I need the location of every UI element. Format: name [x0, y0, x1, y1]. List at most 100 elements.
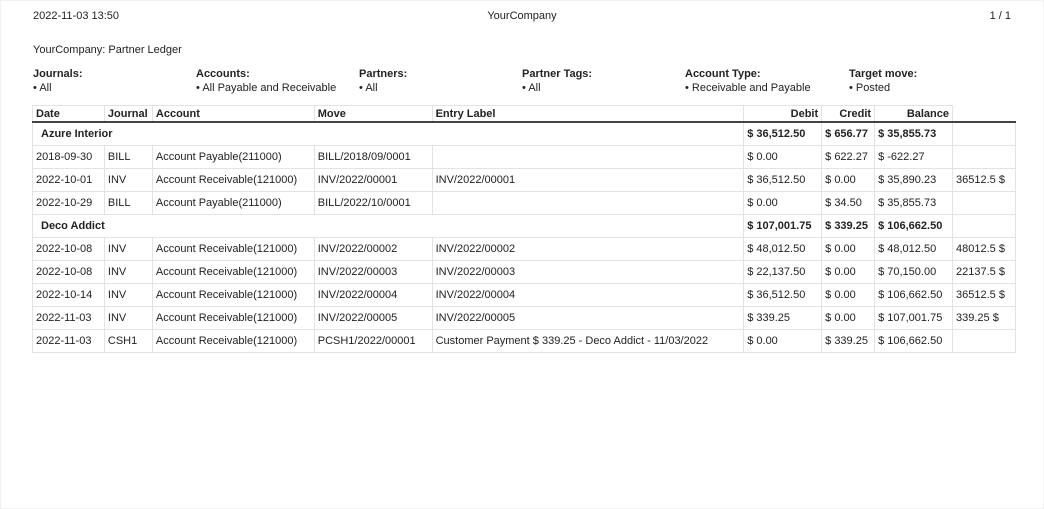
line-move: PCSH1/2022/00001 — [313, 328, 433, 353]
line-balance: $ 106,662.50 — [874, 282, 954, 307]
line-move: BILL/2018/09/0001 — [313, 144, 433, 169]
line-credit: $ 0.00 — [821, 282, 876, 307]
line-date: 2018-09-30 — [32, 144, 105, 169]
table-row: 2018-09-30 BILL Account Payable(211000) … — [32, 144, 1016, 169]
filter-value: All Payable and Receivable — [196, 81, 336, 95]
line-move: INV/2022/00003 — [313, 259, 433, 284]
line-journal: INV — [103, 167, 153, 192]
column-header-move: Move — [313, 105, 433, 123]
line-label — [431, 190, 745, 215]
report-datetime: 2022-11-03 13:50 — [33, 10, 120, 22]
partner-name: Deco Addict — [31, 213, 745, 238]
line-balance: $ 70,150.00 — [874, 259, 954, 284]
column-header-journal: Journal — [103, 105, 153, 123]
column-header-date: Date — [32, 105, 105, 123]
column-header-debit: Debit — [743, 105, 823, 123]
filter-value: Posted — [849, 81, 917, 95]
line-extra: 339.25 $ — [952, 305, 1016, 330]
line-move: INV/2022/00001 — [313, 167, 433, 192]
line-debit: $ 0.00 — [743, 190, 823, 215]
line-account: Account Receivable(121000) — [151, 282, 315, 307]
line-balance: $ 35,855.73 — [874, 190, 954, 215]
table-row: 2022-10-29 BILL Account Payable(211000) … — [32, 190, 1016, 215]
line-move: INV/2022/00005 — [313, 305, 433, 330]
line-date: 2022-10-29 — [32, 190, 105, 215]
line-balance: $ 35,890.23 — [874, 167, 954, 192]
column-header-account: Account — [151, 105, 315, 123]
line-label: Customer Payment $ 339.25 - Deco Addict … — [431, 328, 745, 353]
line-date: 2022-11-03 — [32, 328, 105, 353]
line-move: INV/2022/00004 — [313, 282, 433, 307]
report-title: YourCompany: Partner Ledger — [33, 44, 182, 56]
partner-credit: $ 339.25 — [821, 213, 876, 238]
filter-value: All — [33, 81, 83, 95]
filter-label: Accounts: — [196, 68, 250, 80]
line-label: INV/2022/00002 — [431, 236, 745, 261]
partner-balance: $ 106,662.50 — [874, 213, 954, 238]
filter-value: All — [522, 81, 592, 95]
filter-journals: Journals: All — [33, 67, 83, 95]
line-debit: $ 36,512.50 — [743, 167, 823, 192]
line-label: INV/2022/00005 — [431, 305, 745, 330]
table-row: 2022-10-14 INV Account Receivable(121000… — [32, 282, 1016, 307]
filter-value: All — [359, 81, 407, 95]
line-journal: BILL — [103, 190, 153, 215]
line-date: 2022-10-01 — [32, 167, 105, 192]
report-page: 2022-11-03 13:50 YourCompany 1 / 1 YourC… — [0, 0, 1044, 509]
line-move: BILL/2022/10/0001 — [313, 190, 433, 215]
line-credit: $ 0.00 — [821, 259, 876, 284]
table-row: 2022-11-03 INV Account Receivable(121000… — [32, 305, 1016, 330]
line-account: Account Receivable(121000) — [151, 328, 315, 353]
line-label — [431, 144, 745, 169]
line-label: INV/2022/00004 — [431, 282, 745, 307]
line-account: Account Receivable(121000) — [151, 236, 315, 261]
column-header-entry-label: Entry Label — [431, 105, 745, 123]
partner-extra — [952, 121, 1016, 146]
line-journal: INV — [103, 282, 153, 307]
line-journal: BILL — [103, 144, 153, 169]
line-balance: $ -622.27 — [874, 144, 954, 169]
line-date: 2022-11-03 — [32, 305, 105, 330]
filter-label: Account Type: — [685, 68, 761, 80]
line-extra — [952, 144, 1016, 169]
line-extra: 48012.5 $ — [952, 236, 1016, 261]
line-account: Account Receivable(121000) — [151, 305, 315, 330]
line-credit: $ 339.25 — [821, 328, 876, 353]
line-credit: $ 34.50 — [821, 190, 876, 215]
partner-debit: $ 107,001.75 — [743, 213, 823, 238]
line-journal: INV — [103, 236, 153, 261]
partner-name: Azure Interior — [31, 121, 745, 146]
filter-label: Journals: — [33, 68, 83, 80]
line-credit: $ 622.27 — [821, 144, 876, 169]
line-debit: $ 48,012.50 — [743, 236, 823, 261]
filter-partners: Partners: All — [359, 67, 407, 95]
partner-ledger-table: Date Journal Account Move Entry Label De… — [31, 105, 1016, 353]
filter-label: Partners: — [359, 68, 408, 80]
line-debit: $ 339.25 — [743, 305, 823, 330]
line-balance: $ 48,012.50 — [874, 236, 954, 261]
page-counter: 1 / 1 — [989, 10, 1011, 22]
partner-row: Azure Interior $ 36,512.50 $ 656.77 $ 35… — [31, 121, 1016, 146]
line-extra — [952, 328, 1016, 353]
line-account: Account Receivable(121000) — [151, 259, 315, 284]
line-credit: $ 0.00 — [821, 305, 876, 330]
line-label: INV/2022/00001 — [431, 167, 745, 192]
line-account: Account Payable(211000) — [151, 144, 315, 169]
line-account: Account Receivable(121000) — [151, 167, 315, 192]
filter-target-move: Target move: Posted — [849, 67, 917, 95]
column-header-balance: Balance — [874, 105, 954, 123]
filter-accounts: Accounts: All Payable and Receivable — [196, 67, 336, 95]
filter-label: Partner Tags: — [522, 68, 593, 80]
page-header: 2022-11-03 13:50 YourCompany 1 / 1 — [33, 10, 1011, 26]
line-move: INV/2022/00002 — [313, 236, 433, 261]
filters-bar: Journals: All Accounts: All Payable and … — [33, 67, 1013, 97]
partner-balance: $ 35,855.73 — [874, 121, 954, 146]
line-journal: INV — [103, 305, 153, 330]
line-debit: $ 0.00 — [743, 328, 823, 353]
line-balance: $ 106,662.50 — [874, 328, 954, 353]
partner-row: Deco Addict $ 107,001.75 $ 339.25 $ 106,… — [31, 213, 1016, 238]
table-row: 2022-10-08 INV Account Receivable(121000… — [32, 236, 1016, 261]
line-extra: 36512.5 $ — [952, 167, 1016, 192]
column-header-extra — [952, 105, 1016, 123]
column-header-credit: Credit — [821, 105, 876, 123]
